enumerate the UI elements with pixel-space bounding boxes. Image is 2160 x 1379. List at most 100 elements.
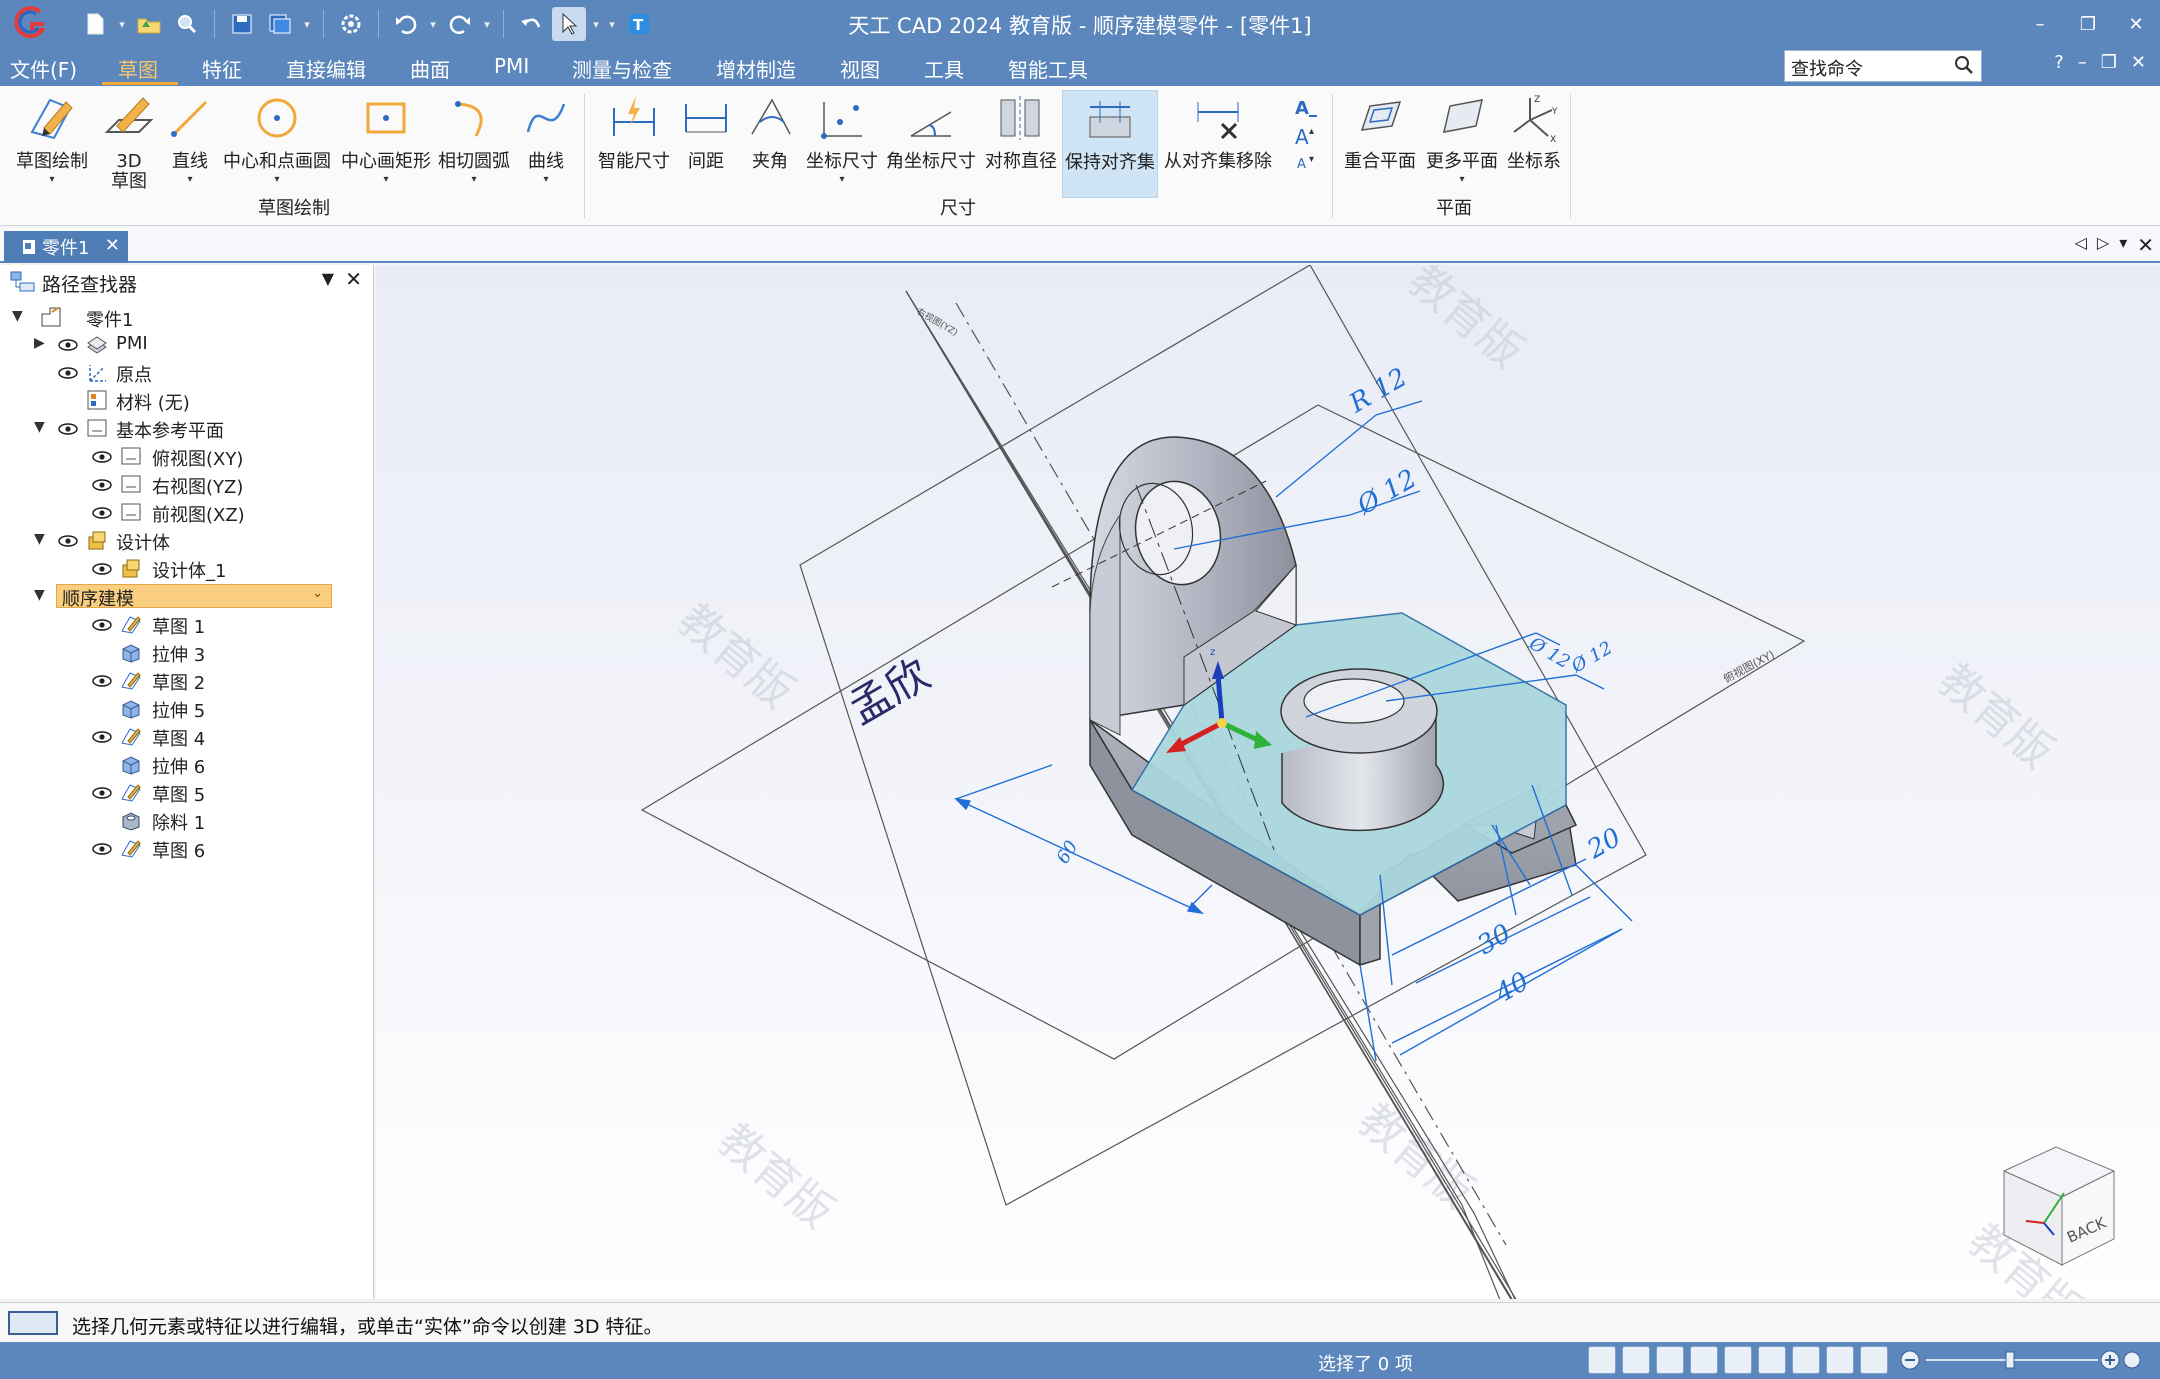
visibility-eye-icon[interactable] bbox=[92, 563, 112, 575]
visibility-eye-icon[interactable] bbox=[92, 451, 112, 463]
tree-item-label[interactable]: 零件1 bbox=[86, 306, 133, 332]
tree-item-label[interactable]: 草图 6 bbox=[152, 837, 205, 863]
restore-icon[interactable]: ❐ bbox=[2064, 0, 2112, 48]
visibility-eye-icon[interactable] bbox=[92, 675, 112, 687]
tree-item-label[interactable]: 材料 (无) bbox=[116, 389, 190, 415]
keep-alignment-set-button[interactable]: 保持对齐集 bbox=[1062, 90, 1158, 198]
visibility-eye-icon[interactable] bbox=[92, 787, 112, 799]
coordinate-dimension-button[interactable]: 坐标尺寸 ▾ bbox=[806, 90, 878, 198]
tree-item-label[interactable]: 拉伸 6 bbox=[152, 753, 205, 779]
visibility-eye-icon[interactable] bbox=[58, 423, 78, 435]
search-icon[interactable] bbox=[1953, 54, 1975, 76]
tree-item-label[interactable]: 基本参考平面 bbox=[116, 417, 224, 443]
tree-item-label[interactable]: 设计体_1 bbox=[152, 557, 226, 583]
chevron-down-icon[interactable]: ▾ bbox=[187, 174, 192, 185]
collapse-arrow-icon[interactable]: ▼ bbox=[34, 587, 45, 603]
menu-file[interactable]: 文件(F) bbox=[10, 54, 77, 83]
menu-pmi[interactable]: PMI bbox=[494, 54, 529, 78]
text-tool-icon[interactable]: T bbox=[622, 7, 656, 41]
rotate-icon[interactable] bbox=[1758, 1346, 1786, 1374]
tree-item-label[interactable]: 俯视图(XY) bbox=[152, 445, 243, 471]
new-file-dropdown-icon[interactable]: ▾ bbox=[116, 18, 128, 31]
select-pointer-icon[interactable] bbox=[552, 7, 586, 41]
open-file-icon[interactable] bbox=[132, 7, 166, 41]
dim-d12-small-a[interactable]: Ø 12 bbox=[1525, 633, 1574, 673]
help-icon[interactable]: ? bbox=[2054, 52, 2064, 73]
part-body[interactable] bbox=[1051, 436, 1578, 967]
tree-item-label[interactable]: 草图 2 bbox=[152, 669, 205, 695]
dim-r12-leader[interactable] bbox=[1275, 414, 1377, 498]
smart-dimension-button[interactable]: 智能尺寸 bbox=[596, 90, 672, 198]
expand-arrow-icon[interactable]: ▶ bbox=[34, 335, 45, 351]
menu-direct-edit[interactable]: 直接编辑 bbox=[286, 54, 366, 83]
camera-icon[interactable] bbox=[1588, 1346, 1616, 1374]
tree-item-label[interactable]: 草图 4 bbox=[152, 725, 205, 751]
visibility-eye-icon[interactable] bbox=[92, 479, 112, 491]
minimize-icon[interactable]: – bbox=[2016, 0, 2064, 48]
menu-sketch[interactable]: 草图 bbox=[118, 54, 158, 83]
tree-item-label[interactable]: PMI bbox=[116, 333, 148, 354]
symmetric-diameter-button[interactable]: 对称直径 bbox=[984, 90, 1058, 198]
fit-view-icon[interactable] bbox=[1690, 1346, 1718, 1374]
tab-close-icon[interactable]: ✕ bbox=[105, 235, 120, 256]
close-icon[interactable]: ✕ bbox=[2112, 0, 2160, 48]
back-icon[interactable] bbox=[514, 7, 548, 41]
panel-close-icon[interactable]: ✕ bbox=[345, 267, 362, 291]
tab-part1[interactable]: 零件1 ✕ bbox=[4, 231, 128, 263]
coincident-plane-button[interactable]: 重合平面 bbox=[1342, 90, 1418, 198]
dim-20-text[interactable]: 20 bbox=[1582, 823, 1627, 866]
menu-tools[interactable]: 工具 bbox=[924, 54, 964, 83]
text-format-button[interactable]: A A ▴ A ▾ bbox=[1286, 90, 1326, 198]
sketch-draw-button[interactable]: 草图绘制 ▾ bbox=[10, 90, 94, 198]
tree-item-label[interactable]: 草图 5 bbox=[152, 781, 205, 807]
select-dropdown-icon[interactable]: ▾ bbox=[590, 18, 602, 31]
row-options-icon[interactable]: ⌄ bbox=[312, 586, 323, 601]
tree-item-label[interactable]: 拉伸 5 bbox=[152, 697, 205, 723]
dim-d12-text[interactable]: Ø 12 bbox=[1352, 464, 1422, 522]
menu-additive[interactable]: 增材制造 bbox=[716, 54, 796, 83]
pan-icon[interactable] bbox=[1724, 1346, 1752, 1374]
redo-icon[interactable] bbox=[443, 7, 477, 41]
tree-item-label[interactable]: 原点 bbox=[116, 361, 152, 387]
chevron-down-icon[interactable]: ▾ bbox=[839, 174, 844, 185]
doc-restore-icon[interactable]: ❐ bbox=[2101, 52, 2117, 73]
visibility-eye-icon[interactable] bbox=[92, 731, 112, 743]
redo-dropdown-icon[interactable]: ▾ bbox=[481, 18, 493, 31]
tree-item-label[interactable]: 拉伸 3 bbox=[152, 641, 205, 667]
chevron-down-icon[interactable]: ▾ bbox=[1459, 174, 1464, 185]
tree-item-label[interactable]: 除料 1 bbox=[152, 809, 205, 835]
visibility-eye-icon[interactable] bbox=[58, 535, 78, 547]
tab-scroll-left-icon[interactable]: ◁ bbox=[2075, 233, 2087, 257]
app-logo-icon[interactable] bbox=[10, 4, 50, 44]
view-orient-icon[interactable] bbox=[1792, 1346, 1820, 1374]
tab-list-icon[interactable]: ▾ bbox=[2119, 233, 2127, 257]
tree-item-label[interactable]: 顺序建模 bbox=[62, 585, 134, 611]
chevron-down-icon[interactable]: ▾ bbox=[543, 174, 548, 185]
undo-dropdown-icon[interactable]: ▾ bbox=[427, 18, 439, 31]
visibility-eye-icon[interactable] bbox=[92, 843, 112, 855]
dim-d12-small-b[interactable]: Ø 12 bbox=[1567, 637, 1616, 677]
collapse-arrow-icon[interactable]: ▼ bbox=[34, 531, 45, 547]
command-search-input[interactable]: 查找命令 bbox=[1784, 50, 1982, 82]
line-button[interactable]: 直线 ▾ bbox=[164, 90, 216, 198]
prompt-window-icon[interactable] bbox=[8, 1311, 58, 1335]
model-view[interactable]: 教育版 教育版 教育版 教育版 教育版 教育版 右视图(YZ) 俯视图(XY) bbox=[376, 265, 2160, 1299]
dim-r12-text[interactable]: R 12 bbox=[1344, 363, 1413, 420]
coordinate-system-button[interactable]: Z Y X 坐标系 bbox=[1504, 90, 1564, 198]
angular-coordinate-button[interactable]: 角坐标尺寸 bbox=[884, 90, 978, 198]
menu-smart-tools[interactable]: 智能工具 bbox=[1008, 54, 1088, 83]
menu-surface[interactable]: 曲面 bbox=[410, 54, 450, 83]
3d-sketch-button[interactable]: 3D 草图 bbox=[98, 90, 160, 198]
save-all-icon[interactable] bbox=[263, 7, 297, 41]
chevron-down-icon[interactable]: ▾ bbox=[49, 174, 54, 185]
chevron-down-icon[interactable]: ▾ bbox=[274, 174, 279, 185]
save-icon[interactable] bbox=[225, 7, 259, 41]
visibility-eye-icon[interactable] bbox=[58, 367, 78, 379]
visibility-eye-icon[interactable] bbox=[92, 619, 112, 631]
customize-qat-icon[interactable]: ▾ bbox=[606, 18, 618, 31]
tab-scroll-right-icon[interactable]: ▷ bbox=[2097, 233, 2109, 257]
doc-close-icon[interactable]: ✕ bbox=[2131, 52, 2146, 73]
panel-options-icon[interactable]: ▼ bbox=[322, 269, 334, 288]
new-file-icon[interactable] bbox=[78, 7, 112, 41]
find-file-icon[interactable] bbox=[170, 7, 204, 41]
